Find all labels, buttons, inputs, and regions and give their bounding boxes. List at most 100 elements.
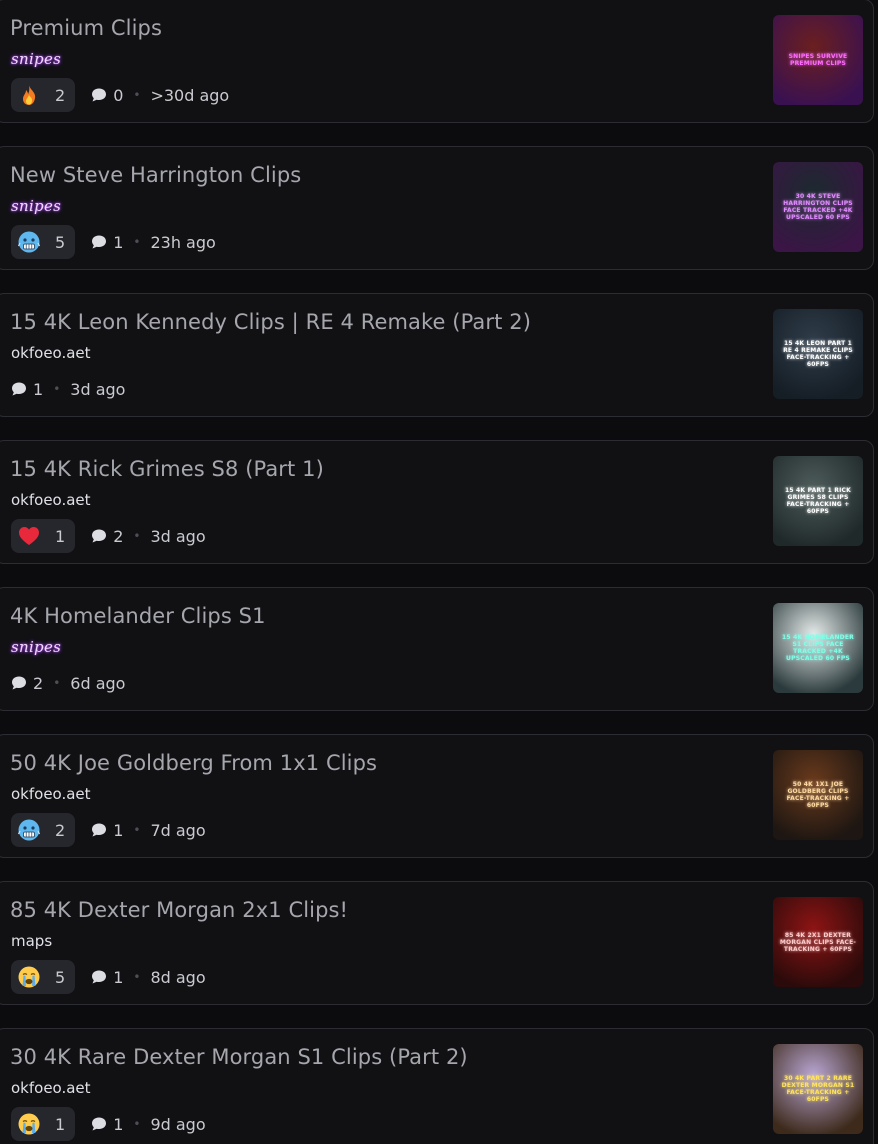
comment-count-group[interactable]: 2	[11, 674, 43, 693]
post-meta: 1 1 • 9d ago	[11, 1107, 206, 1141]
post-title[interactable]: 15 4K Leon Kennedy Clips | RE 4 Remake (…	[10, 310, 531, 334]
post-title[interactable]: 4K Homelander Clips S1	[10, 604, 266, 628]
post-author[interactable]: snipes	[11, 197, 61, 215]
post-thumbnail[interactable]: 50 4K 1X1 JOE GOLDBERG CLIPS FACE-TRACKI…	[773, 750, 863, 840]
reaction-button[interactable]: 5	[11, 960, 76, 994]
post-author[interactable]: okfoeo.aet	[11, 491, 91, 509]
post-card[interactable]: 85 4K Dexter Morgan 2x1 Clips! maps 5 1 • 8d …	[0, 881, 874, 1005]
post-timestamp: 23h ago	[150, 232, 216, 252]
thumbnail-caption: 50 4K 1X1 JOE GOLDBERG CLIPS FACE-TRACKI…	[786, 781, 850, 809]
post-title[interactable]: 30 4K Rare Dexter Morgan S1 Clips (Part …	[10, 1045, 468, 1069]
post-timestamp: 9d ago	[150, 1114, 206, 1134]
post-card[interactable]: 50 4K Joe Goldberg From 1x1 Clips okfoeo.…	[0, 734, 874, 858]
comment-bubble-icon	[91, 234, 107, 250]
comment-count-group[interactable]: 2	[91, 527, 123, 546]
post-thumbnail[interactable]: SNIPES SURVIVE PREMIUM CLIPS	[773, 15, 863, 105]
comment-bubble-icon	[91, 822, 107, 838]
separator-dot: •	[133, 823, 141, 837]
reaction-button[interactable]: 2	[11, 78, 76, 112]
comment-bubble-icon	[91, 969, 107, 985]
reaction-count: 5	[55, 232, 66, 252]
post-timestamp: 3d ago	[150, 526, 206, 546]
cold-face-emoji-icon	[17, 230, 41, 254]
comment-count: 0	[113, 85, 124, 105]
separator-dot: •	[53, 676, 61, 690]
post-card[interactable]: Premium Clips snipes 2 0 • >30d ago SNIPES SUR…	[0, 0, 874, 123]
post-feed: Premium Clips snipes 2 0 • >30d ago SNIPES SUR…	[0, 0, 878, 1144]
comment-count-group[interactable]: 1	[91, 821, 123, 840]
post-author[interactable]: snipes	[11, 638, 61, 656]
reaction-count: 5	[55, 967, 66, 987]
post-thumbnail[interactable]: 85 4K 2X1 DEXTER MORGAN CLIPS FACE-TRACK…	[773, 897, 863, 987]
post-title[interactable]: New Steve Harrington Clips	[10, 163, 301, 187]
post-meta: 1 • 3d ago	[11, 372, 125, 406]
thumbnail-caption: 30 4K PART 2 RARE DEXTER MORGAN S1 FACE-…	[781, 1075, 855, 1103]
comment-count: 2	[113, 526, 124, 546]
post-author[interactable]: maps	[11, 932, 52, 950]
post-title[interactable]: 85 4K Dexter Morgan 2x1 Clips!	[10, 898, 348, 922]
thumbnail-caption: 30 4K STEVE HARRINGTON CLIPS FACE TRACKE…	[783, 193, 853, 221]
reaction-count: 2	[55, 85, 66, 105]
post-meta: 5 1 • 23h ago	[11, 225, 216, 259]
reaction-count: 1	[55, 526, 66, 546]
comment-count: 1	[113, 967, 124, 987]
separator-dot: •	[133, 235, 141, 249]
comment-count-group[interactable]: 1	[91, 1115, 123, 1134]
post-thumbnail[interactable]: 15 4K HOMELANDER S1 CLIPS FACE TRACKED +…	[773, 603, 863, 693]
red-heart-emoji-icon	[17, 524, 41, 548]
reaction-count: 2	[55, 820, 66, 840]
post-meta: 1 2 • 3d ago	[11, 519, 206, 553]
post-thumbnail[interactable]: 30 4K STEVE HARRINGTON CLIPS FACE TRACKE…	[773, 162, 863, 252]
post-thumbnail[interactable]: 15 4K PART 1 RICK GRIMES S8 CLIPS FACE-T…	[773, 456, 863, 546]
comment-count: 1	[33, 379, 44, 399]
post-timestamp: 6d ago	[70, 673, 126, 693]
post-meta: 5 1 • 8d ago	[11, 960, 206, 994]
thumbnail-caption: SNIPES SURVIVE PREMIUM CLIPS	[788, 53, 848, 67]
post-timestamp: 3d ago	[70, 379, 126, 399]
post-timestamp: >30d ago	[150, 85, 230, 105]
reaction-button[interactable]: 1	[11, 519, 76, 553]
post-card[interactable]: 30 4K Rare Dexter Morgan S1 Clips (Part …	[0, 1028, 874, 1144]
separator-dot: •	[133, 970, 141, 984]
crying-face-emoji-icon	[17, 1112, 41, 1136]
comment-bubble-icon	[11, 675, 27, 691]
post-author[interactable]: snipes	[11, 50, 61, 68]
separator-dot: •	[133, 1117, 141, 1131]
separator-dot: •	[133, 88, 141, 102]
post-title[interactable]: 50 4K Joe Goldberg From 1x1 Clips	[10, 751, 377, 775]
cold-face-emoji-icon	[17, 818, 41, 842]
reaction-button[interactable]: 1	[11, 1107, 76, 1141]
post-card[interactable]: 4K Homelander Clips S1 snipes 2 • 6d ago 15 4…	[0, 587, 874, 711]
comment-bubble-icon	[91, 87, 107, 103]
post-card[interactable]: 15 4K Leon Kennedy Clips | RE 4 Remake (…	[0, 293, 874, 417]
comment-count: 1	[113, 1114, 124, 1134]
comment-bubble-icon	[91, 528, 107, 544]
post-meta: 2 1 • 7d ago	[11, 813, 206, 847]
comment-bubble-icon	[91, 1116, 107, 1132]
reaction-count: 1	[55, 1114, 66, 1134]
post-author[interactable]: okfoeo.aet	[11, 785, 91, 803]
comment-count: 2	[33, 673, 44, 693]
post-card[interactable]: 15 4K Rick Grimes S8 (Part 1) okfoeo.aet 1…	[0, 440, 874, 564]
thumbnail-caption: 15 4K LEON PART 1 RE 4 REMAKE CLIPS FACE…	[783, 340, 853, 368]
post-card[interactable]: New Steve Harrington Clips snipes 5 1 • 23h a…	[0, 146, 874, 270]
comment-count-group[interactable]: 1	[91, 968, 123, 987]
reaction-button[interactable]: 2	[11, 813, 76, 847]
comment-count: 1	[113, 820, 124, 840]
fire-emoji-icon	[17, 83, 41, 107]
comment-count: 1	[113, 232, 124, 252]
post-author[interactable]: okfoeo.aet	[11, 344, 91, 362]
post-title[interactable]: Premium Clips	[10, 16, 162, 40]
post-timestamp: 8d ago	[150, 967, 206, 987]
separator-dot: •	[53, 382, 61, 396]
thumbnail-caption: 15 4K PART 1 RICK GRIMES S8 CLIPS FACE-T…	[785, 487, 851, 515]
comment-count-group[interactable]: 1	[11, 380, 43, 399]
post-author[interactable]: okfoeo.aet	[11, 1079, 91, 1097]
comment-count-group[interactable]: 1	[91, 233, 123, 252]
post-title[interactable]: 15 4K Rick Grimes S8 (Part 1)	[10, 457, 324, 481]
thumbnail-caption: 85 4K 2X1 DEXTER MORGAN CLIPS FACE-TRACK…	[779, 931, 857, 953]
post-thumbnail[interactable]: 30 4K PART 2 RARE DEXTER MORGAN S1 FACE-…	[773, 1044, 863, 1134]
post-thumbnail[interactable]: 15 4K LEON PART 1 RE 4 REMAKE CLIPS FACE…	[773, 309, 863, 399]
comment-count-group[interactable]: 0	[91, 86, 123, 105]
reaction-button[interactable]: 5	[11, 225, 76, 259]
